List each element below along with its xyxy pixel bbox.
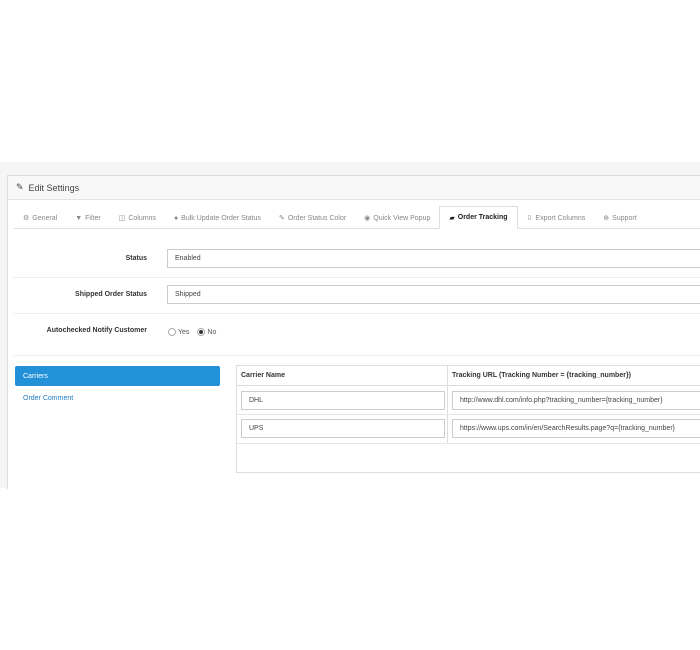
pencil-icon: ✎ (16, 182, 24, 192)
settings-tabs: ⚙ General ▼ Filter ◫ Columns ● Bulk Update O… (14, 206, 700, 229)
radio-yes[interactable] (168, 328, 176, 336)
tab-support[interactable]: ⊕ Support (594, 208, 645, 228)
tab-general[interactable]: ⚙ General (14, 208, 66, 228)
tab-label: Quick View Popup (373, 214, 431, 222)
tab-label: Order Tracking (457, 214, 508, 221)
notify-radio-group: Yes No (168, 328, 216, 336)
header-tracking-url: Tracking URL (Tracking Number = {trackin… (448, 366, 700, 386)
shipped-row: Shipped Order Status Shipped (13, 277, 700, 314)
notify-row: Autochecked Notify Customer Yes No (13, 313, 700, 356)
row-divider (237, 414, 700, 415)
shipped-label: Shipped Order Status (75, 291, 147, 298)
tracking-url-input[interactable]: https://www.ups.com/in/en/SearchResults.… (452, 419, 700, 438)
brush-icon: ✎ (278, 215, 285, 222)
download-icon: ⇩ (526, 215, 533, 222)
radio-no[interactable] (197, 328, 206, 336)
tab-order-tracking[interactable]: ▰ Order Tracking (439, 206, 518, 229)
lifebuoy-icon: ⊕ (603, 215, 610, 222)
row-divider (237, 443, 700, 444)
sidenav-item-carriers[interactable]: Carriers (15, 366, 220, 386)
filter-icon: ▼ (75, 214, 83, 222)
radio-no-label: No (207, 328, 217, 336)
tab-label: General (32, 214, 58, 222)
status-row: Status Enabled (13, 241, 700, 278)
tab-export-columns[interactable]: ⇩ Export Columns (518, 208, 595, 228)
tab-label: Bulk Update Order Status (181, 214, 261, 222)
status-label: Status (125, 255, 147, 262)
tab-label: Order Status Color (287, 214, 347, 222)
truck-icon: ▰ (449, 214, 455, 222)
tab-label: Export Columns (535, 214, 586, 222)
tab-label: Filter (85, 214, 101, 222)
eye-icon: ◉ (364, 215, 371, 222)
tab-label: Support (612, 214, 637, 222)
tab-columns[interactable]: ◫ Columns (110, 208, 165, 228)
tab-quick-view[interactable]: ◉ Quick View Popup (355, 208, 439, 228)
radio-yes-label: Yes (178, 328, 190, 336)
tab-filter[interactable]: ▼ Filter (66, 208, 110, 228)
header-carrier-name: Carrier Name (237, 366, 447, 386)
tab-status-color[interactable]: ✎ Order Status Color (270, 208, 355, 228)
carrier-name-input[interactable]: DHL (241, 391, 445, 410)
shipped-status-select[interactable]: Shipped (167, 285, 700, 304)
columns-icon: ◫ (118, 215, 126, 222)
carriers-table: Carrier Name Tracking URL (Tracking Numb… (236, 365, 700, 473)
tab-label: Columns (128, 214, 156, 222)
tracking-sidenav: Carriers Order Comment (15, 366, 220, 408)
panel-heading: ✎ Edit Settings (8, 176, 700, 200)
panel-title: Edit Settings (28, 182, 80, 193)
tracking-url-input[interactable]: http://www.dhl.com/info.php?tracking_num… (452, 391, 700, 410)
notify-label: Autochecked Notify Customer (46, 327, 147, 334)
carrier-name-input[interactable]: UPS (241, 419, 445, 438)
gear-icon: ⚙ (23, 215, 30, 222)
comment-icon: ● (173, 214, 179, 222)
tab-bulk-update[interactable]: ● Bulk Update Order Status (165, 208, 270, 228)
sidenav-item-order-comment[interactable]: Order Comment (15, 388, 220, 408)
status-select[interactable]: Enabled (167, 249, 700, 268)
